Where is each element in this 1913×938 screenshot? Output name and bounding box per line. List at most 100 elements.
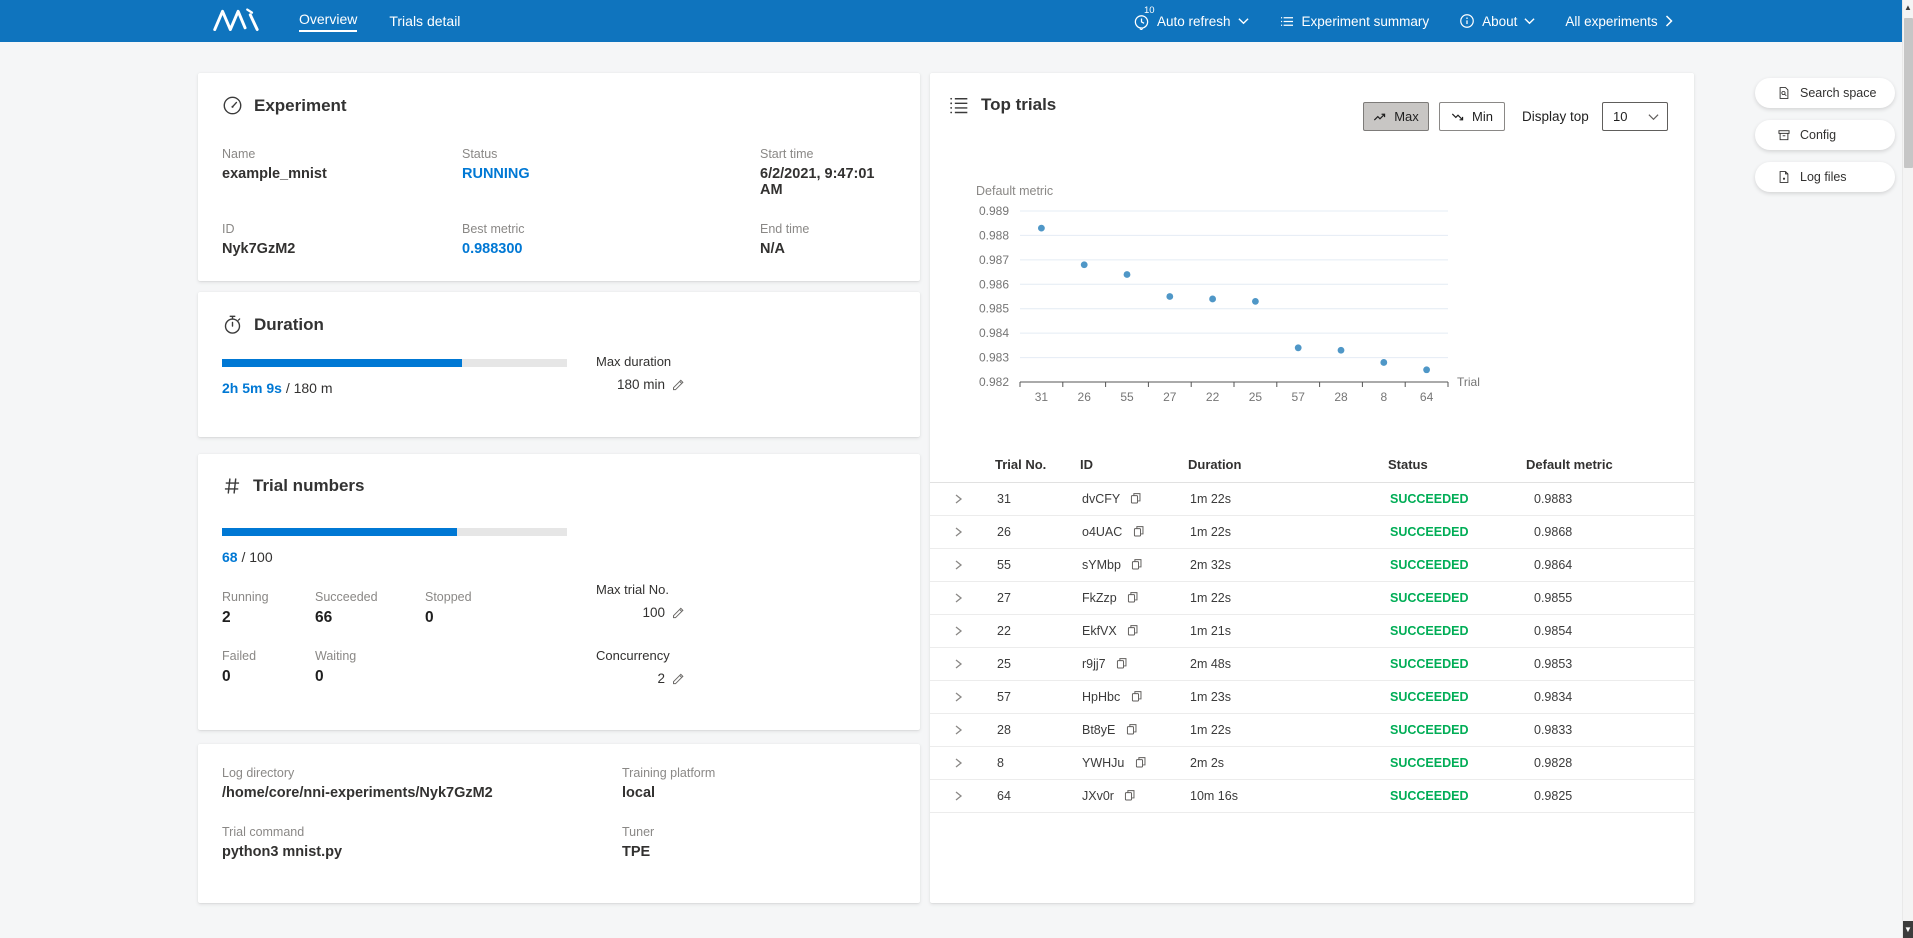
copy-id-icon[interactable] — [1129, 492, 1142, 505]
nni-logo-icon[interactable] — [210, 7, 268, 33]
config-button[interactable]: Config — [1755, 120, 1895, 150]
cell-trial-no: 64 — [997, 780, 1011, 813]
cell-status: SUCCEEDED — [1390, 747, 1469, 780]
search-space-button[interactable]: Search space — [1755, 78, 1895, 108]
table-row[interactable]: 27 FkZzp 1m 22s SUCCEEDED 0.9855 — [930, 582, 1694, 615]
log-files-button[interactable]: Log files — [1755, 162, 1895, 192]
copy-id-icon[interactable] — [1130, 558, 1143, 571]
cell-default-metric: 0.9828 — [1534, 747, 1572, 780]
chevron-down-icon — [1524, 17, 1535, 25]
table-row[interactable]: 57 HpHbc 1m 23s SUCCEEDED 0.9834 — [930, 681, 1694, 714]
duration-card: Duration 2h 5m 9s / 180 m Max duration 1… — [198, 292, 920, 437]
experiment-summary-button[interactable]: Experiment summary — [1279, 14, 1430, 29]
top-trials-title: Top trials — [948, 95, 1056, 115]
cell-status: SUCCEEDED — [1390, 714, 1469, 747]
copy-id-icon[interactable] — [1134, 756, 1147, 769]
cell-trial-id: r9jj7 — [1082, 648, 1128, 681]
copy-id-icon[interactable] — [1115, 657, 1128, 670]
cell-default-metric: 0.9834 — [1534, 681, 1572, 714]
scroll-up-arrow-icon[interactable]: ▲ — [1903, 0, 1913, 16]
edit-pencil-icon[interactable] — [671, 377, 686, 392]
scrollbar-thumb[interactable] — [1904, 18, 1913, 168]
table-row[interactable]: 55 sYMbp 2m 32s SUCCEEDED 0.9864 — [930, 549, 1694, 582]
page-scrollbar[interactable]: ▲ ▼ — [1902, 0, 1913, 938]
field: Best metric 0.988300 — [462, 222, 760, 257]
cell-trial-id: YWHJu — [1082, 747, 1147, 780]
row-expand-chevron-icon[interactable] — [952, 526, 964, 538]
cell-duration: 1m 22s — [1190, 714, 1231, 747]
config-box-icon — [1777, 128, 1791, 142]
top-trials-table: Trial No. ID Duration Status Default met… — [930, 447, 1694, 813]
table-row[interactable]: 31 dvCFY 1m 22s SUCCEEDED 0.9883 — [930, 483, 1694, 516]
edit-pencil-icon[interactable] — [671, 671, 686, 686]
experiment-card-title: Experiment — [222, 95, 347, 116]
row-expand-chevron-icon[interactable] — [952, 493, 964, 505]
minimize-metric-button[interactable]: Min — [1439, 102, 1505, 131]
cell-status: SUCCEEDED — [1390, 549, 1469, 582]
table-row[interactable]: 26 o4UAC 1m 22s SUCCEEDED 0.9868 — [930, 516, 1694, 549]
cell-trial-no: 25 — [997, 648, 1011, 681]
cell-trial-no: 8 — [997, 747, 1004, 780]
nav-trials-detail[interactable]: Trials detail — [389, 13, 460, 29]
duration-progress-fill — [222, 359, 462, 367]
svg-text:0.987: 0.987 — [979, 253, 1009, 267]
cell-trial-no: 57 — [997, 681, 1011, 714]
copy-id-icon[interactable] — [1130, 690, 1143, 703]
display-top-dropdown[interactable]: 10 — [1602, 102, 1668, 131]
field-label: End time — [760, 222, 898, 236]
row-expand-chevron-icon[interactable] — [952, 757, 964, 769]
trial-numbers-card: Trial numbers 68 / 100 Running 2 Succeed… — [198, 454, 920, 730]
copy-id-icon[interactable] — [1123, 789, 1136, 802]
row-expand-chevron-icon[interactable] — [952, 691, 964, 703]
svg-text:0.988: 0.988 — [979, 228, 1009, 242]
experiment-card: Experiment Name example_mnist Status RUN… — [198, 73, 920, 281]
cell-status: SUCCEEDED — [1390, 681, 1469, 714]
svg-text:57: 57 — [1292, 390, 1306, 404]
field: Name example_mnist — [222, 147, 462, 198]
field-label: Waiting — [315, 649, 425, 663]
field-label: Status — [462, 147, 760, 161]
auto-refresh-label: Auto refresh — [1157, 14, 1231, 29]
main-nav: Overview Trials detail — [299, 0, 460, 42]
row-expand-chevron-icon[interactable] — [952, 724, 964, 736]
scroll-down-arrow-icon[interactable]: ▼ — [1903, 921, 1913, 938]
nav-overview[interactable]: Overview — [299, 11, 357, 32]
about-menu[interactable]: About — [1459, 13, 1535, 29]
max-duration-field: Max duration 180 min — [596, 354, 686, 392]
row-expand-chevron-icon[interactable] — [952, 559, 964, 571]
field: Start time 6/2/2021, 9:47:01 AM — [760, 147, 898, 198]
auto-refresh-menu[interactable]: 10 Auto refresh — [1133, 13, 1249, 30]
field-label: Trial command — [222, 825, 622, 839]
table-row[interactable]: 22 EkfVX 1m 21s SUCCEEDED 0.9854 — [930, 615, 1694, 648]
row-expand-chevron-icon[interactable] — [952, 625, 964, 637]
row-expand-chevron-icon[interactable] — [952, 592, 964, 604]
copy-id-icon[interactable] — [1126, 591, 1139, 604]
svg-text:0.989: 0.989 — [979, 204, 1009, 218]
table-row[interactable]: 64 JXv0r 10m 16s SUCCEEDED 0.9825 — [930, 780, 1694, 813]
field-value: 2 — [222, 609, 315, 627]
duration-progress-bar — [222, 359, 567, 367]
maximize-metric-button[interactable]: Max — [1363, 102, 1429, 131]
table-row[interactable]: 25 r9jj7 2m 48s SUCCEEDED 0.9853 — [930, 648, 1694, 681]
cell-duration: 10m 16s — [1190, 780, 1238, 813]
trials-progress-text: 68 / 100 — [222, 549, 273, 565]
edit-pencil-icon[interactable] — [671, 605, 686, 620]
table-row[interactable]: 28 Bt8yE 1m 22s SUCCEEDED 0.9833 — [930, 714, 1694, 747]
copy-id-icon[interactable] — [1126, 624, 1139, 637]
field-value: /home/core/nni-experiments/Nyk7GzM2 — [222, 785, 622, 801]
experiment-info-card: Log directory /home/core/nni-experiments… — [198, 744, 920, 903]
field-label: Start time — [760, 147, 898, 161]
copy-id-icon[interactable] — [1125, 723, 1138, 736]
copy-id-icon[interactable] — [1132, 525, 1145, 538]
row-expand-chevron-icon[interactable] — [952, 790, 964, 802]
all-experiments-link[interactable]: All experiments — [1565, 14, 1672, 29]
cell-trial-id: EkfVX — [1082, 615, 1139, 648]
table-row[interactable]: 8 YWHJu 2m 2s SUCCEEDED 0.9828 — [930, 747, 1694, 780]
field-value: python3 mnist.py — [222, 844, 622, 860]
cell-trial-no: 55 — [997, 549, 1011, 582]
detail-list-icon — [948, 95, 970, 115]
row-expand-chevron-icon[interactable] — [952, 658, 964, 670]
top-trials-card: Top trials Max Min Display top 10 Defaul… — [930, 73, 1694, 903]
field: Running 2 — [222, 590, 315, 627]
svg-text:55: 55 — [1120, 390, 1134, 404]
